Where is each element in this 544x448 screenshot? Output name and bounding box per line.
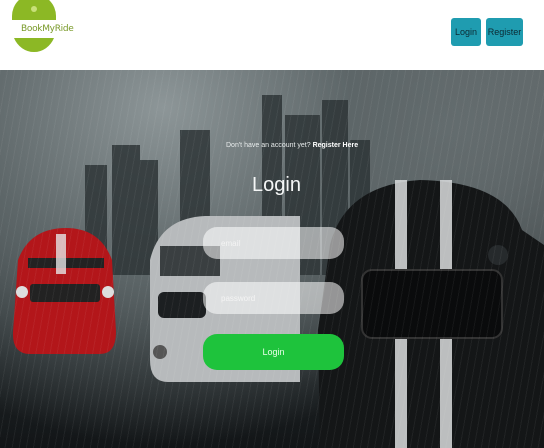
hero-background: Don't have an account yet? Register Here… [0, 70, 544, 448]
email-input[interactable] [203, 227, 344, 259]
bookmyride-logo[interactable]: BookMyRide [8, 0, 74, 62]
rain-overlay [0, 70, 544, 448]
login-title: Login [252, 174, 301, 196]
login-submit-button[interactable]: Login [203, 334, 344, 370]
nav-register-button[interactable]: Register [486, 18, 523, 46]
top-header: BookMyRide Login Register [0, 0, 544, 70]
signup-prompt-text: Don't have an account yet? [226, 142, 311, 149]
signup-prompt: Don't have an account yet? Register Here [226, 142, 358, 149]
nav-login-button[interactable]: Login [451, 18, 481, 46]
logo-text: BookMyRide [21, 24, 74, 34]
password-input[interactable] [203, 282, 344, 314]
register-here-link[interactable]: Register Here [313, 142, 359, 149]
